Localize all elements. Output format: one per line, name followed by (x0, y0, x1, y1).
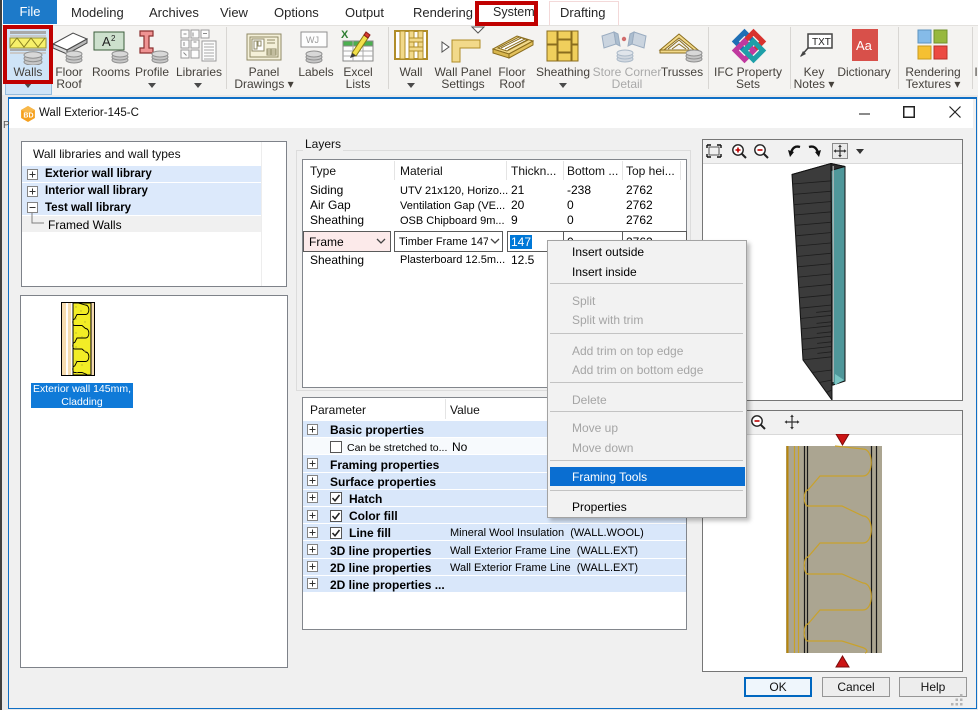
svg-text:WJ: WJ (306, 35, 319, 45)
svg-text:2: 2 (111, 34, 116, 43)
svg-text:Aa: Aa (856, 38, 873, 53)
svg-text:A: A (102, 34, 111, 49)
svg-text:X: X (341, 29, 349, 41)
svg-text:BD: BD (23, 113, 33, 120)
svg-text:TXT: TXT (812, 37, 831, 48)
